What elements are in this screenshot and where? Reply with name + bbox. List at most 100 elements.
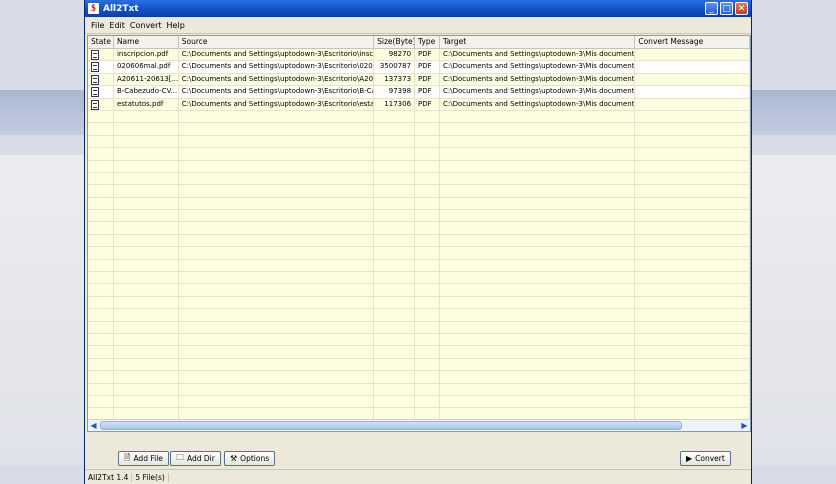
empty-cell (415, 371, 440, 383)
file-state-icon (91, 99, 99, 110)
column-header-name[interactable]: Name (114, 36, 179, 48)
cell-target: C:\Documents and Settings\uptodown-3\Mis… (440, 49, 636, 61)
empty-cell (374, 160, 416, 172)
add-file-label: Add File (133, 454, 163, 463)
empty-cell (114, 358, 179, 371)
table-row[interactable]: B-Cabezudo-CV... C:\Documents and Setting… (88, 86, 750, 99)
add-dir-button[interactable]: 🗀 Add Dir (170, 451, 221, 466)
empty-cell (635, 222, 750, 234)
cell-source: C:\Documents and Settings\uptodown-3\Esc… (179, 98, 375, 110)
empty-cell (88, 247, 114, 259)
empty-cell (635, 197, 750, 210)
file-list[interactable]: State Name Source Size(Byte) Type Target… (87, 35, 751, 432)
column-header-type[interactable]: Type (415, 36, 440, 48)
cell-target: C:\Documents and Settings\uptodown-3\Mis… (440, 98, 636, 110)
empty-row (88, 210, 750, 223)
scroll-right-icon[interactable]: ▶ (739, 421, 750, 430)
empty-cell (114, 346, 179, 358)
cell-message (635, 61, 750, 73)
empty-cell (114, 408, 179, 420)
empty-cell (415, 408, 440, 420)
empty-row (88, 222, 750, 235)
empty-cell (440, 185, 636, 197)
column-header-state[interactable]: State (88, 36, 114, 48)
empty-cell (374, 210, 416, 222)
empty-cell (415, 110, 440, 123)
cell-size: 98270 (374, 49, 416, 61)
empty-cell (88, 408, 114, 420)
maximize-button[interactable]: □ (720, 2, 733, 15)
empty-cell (374, 222, 416, 234)
empty-row (88, 110, 750, 124)
empty-cell (88, 309, 114, 321)
list-header: State Name Source Size(Byte) Type Target… (88, 36, 750, 49)
empty-cell (415, 135, 440, 148)
empty-cell (179, 296, 375, 309)
column-header-source[interactable]: Source (179, 36, 375, 48)
empty-cell (440, 284, 636, 296)
empty-cell (635, 309, 750, 321)
empty-cell (88, 395, 114, 408)
empty-row (88, 321, 750, 334)
close-button[interactable]: ✕ (735, 2, 748, 15)
empty-cell (440, 110, 636, 123)
empty-cell (635, 321, 750, 333)
empty-cell (635, 247, 750, 259)
menu-convert[interactable]: Convert (130, 21, 162, 30)
empty-cell (440, 321, 636, 333)
empty-cell (114, 197, 179, 210)
empty-cell (415, 148, 440, 160)
table-row[interactable]: 020606mal.pdf C:\Documents and Settings\u… (88, 61, 750, 74)
empty-cell (114, 234, 179, 247)
menu-edit[interactable]: Edit (109, 21, 125, 30)
cell-target: C:\Documents and Settings\uptodown-3\Mis… (440, 73, 636, 86)
empty-cell (374, 296, 416, 309)
convert-button[interactable]: ▶ Convert (680, 451, 731, 466)
empty-cell (415, 395, 440, 408)
add-dir-label: Add Dir (187, 454, 215, 463)
empty-cell (635, 395, 750, 408)
cell-source: C:\Documents and Settings\uptodown-3\Esc… (179, 61, 375, 73)
table-row[interactable]: estatutos.pdf C:\Documents and Settings\u… (88, 98, 750, 111)
empty-cell (415, 333, 440, 346)
scrollbar-thumb[interactable] (100, 421, 682, 430)
empty-cell (635, 172, 750, 185)
empty-cell (440, 123, 636, 135)
empty-cell (114, 296, 179, 309)
empty-cell (179, 284, 375, 296)
empty-cell (88, 333, 114, 346)
horizontal-scrollbar[interactable]: ◀ ▶ (88, 419, 750, 431)
menu-file[interactable]: File (91, 21, 104, 30)
empty-cell (179, 222, 375, 234)
cell-target: C:\Documents and Settings\uptodown-3\Mis… (440, 86, 636, 98)
empty-cell (440, 210, 636, 222)
empty-cell (635, 123, 750, 135)
title-bar[interactable]: $ All2Txt _ □ ✕ (85, 0, 751, 17)
empty-cell (114, 160, 179, 172)
minimize-button[interactable]: _ (705, 2, 718, 15)
add-file-button[interactable]: 🗎 Add File (118, 451, 169, 466)
empty-cell (374, 123, 416, 135)
empty-cell (88, 234, 114, 247)
column-header-target[interactable]: Target (440, 36, 636, 48)
column-header-size[interactable]: Size(Byte) (374, 36, 416, 48)
empty-cell (114, 272, 179, 284)
empty-cell (635, 383, 750, 395)
empty-cell (415, 123, 440, 135)
menu-help[interactable]: Help (167, 21, 185, 30)
table-row[interactable]: A20611-20613[... C:\Documents and Setting… (88, 73, 750, 87)
empty-cell (114, 284, 179, 296)
empty-row (88, 148, 750, 161)
empty-cell (374, 358, 416, 371)
empty-cell (179, 408, 375, 420)
empty-cell (440, 259, 636, 272)
empty-cell (440, 296, 636, 309)
empty-cell (88, 210, 114, 222)
column-header-message[interactable]: Convert Message (635, 36, 750, 48)
empty-cell (179, 234, 375, 247)
window-title: All2Txt (103, 3, 139, 14)
table-row[interactable]: inscripcion.pdf C:\Documents and Settings… (88, 49, 750, 62)
options-button[interactable]: ⚒ Options (224, 451, 276, 466)
scroll-left-icon[interactable]: ◀ (88, 421, 99, 430)
empty-cell (374, 259, 416, 272)
